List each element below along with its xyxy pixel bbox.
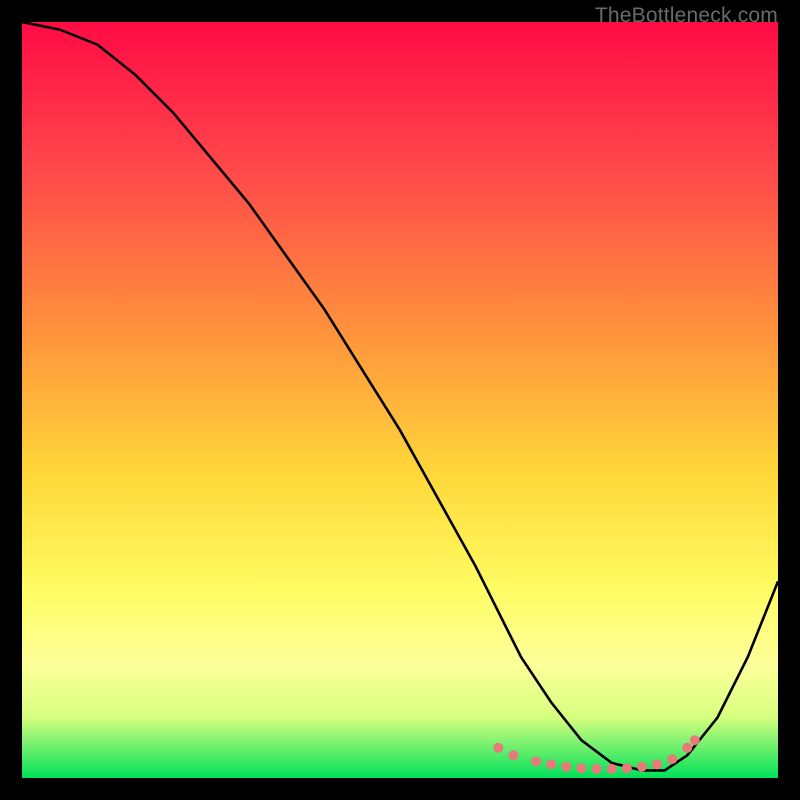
valley-dot xyxy=(576,763,586,773)
plot-area xyxy=(22,22,778,778)
valley-dot xyxy=(531,756,541,766)
curve-svg xyxy=(22,22,778,778)
valley-dot xyxy=(622,763,632,773)
valley-dot xyxy=(493,743,503,753)
valley-dot xyxy=(690,735,700,745)
valley-dot xyxy=(592,764,602,774)
valley-dot xyxy=(667,754,677,764)
valley-dot xyxy=(561,762,571,772)
valley-dot xyxy=(546,759,556,769)
bottleneck-curve xyxy=(22,22,778,770)
valley-dot xyxy=(607,764,617,774)
valley-dot xyxy=(682,743,692,753)
valley-dot xyxy=(637,762,647,772)
chart-stage: TheBottleneck.com xyxy=(0,0,800,800)
valley-dot xyxy=(652,759,662,769)
valley-dot xyxy=(508,750,518,760)
